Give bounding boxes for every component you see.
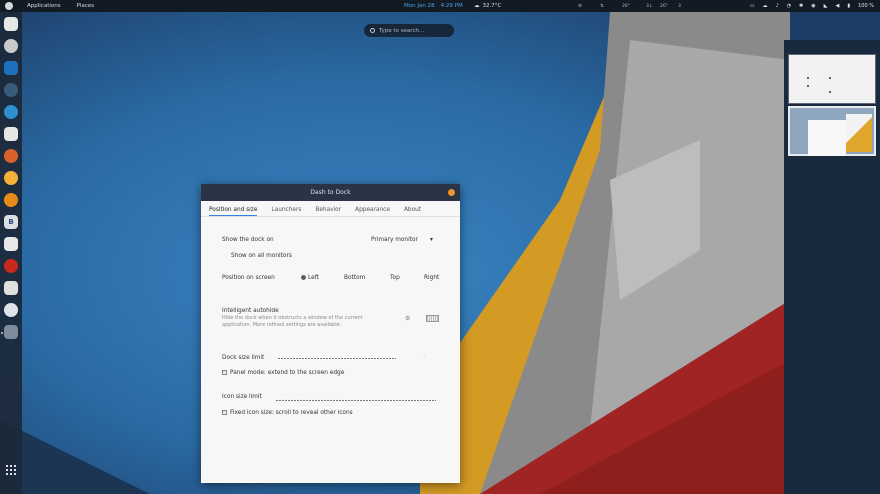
- settings-app-icon[interactable]: [4, 83, 18, 97]
- panel-mode-label: Panel mode: extend to the screen edge: [230, 370, 345, 376]
- cloud-icon: ☁: [474, 3, 480, 9]
- checkbox-icon: [222, 410, 227, 415]
- vscode-app-icon[interactable]: [4, 61, 18, 75]
- battery-icon[interactable]: ▮: [847, 3, 850, 9]
- calendar-icon[interactable]: ▭: [750, 3, 755, 9]
- dialog-titlebar[interactable]: Dash to Dock: [201, 184, 460, 201]
- show-apps-icon[interactable]: [6, 465, 16, 475]
- autohide-toggle[interactable]: [426, 315, 439, 322]
- tab-launchers[interactable]: Launchers: [271, 207, 301, 216]
- icon-size-ticks: ·· ·· · · · ··: [283, 392, 343, 397]
- weather-indicator[interactable]: ☁ 32.7°C: [474, 0, 501, 12]
- dock-size-label: Dock size limit: [222, 355, 265, 361]
- radio-icon: [301, 275, 306, 280]
- archive-app-icon[interactable]: [4, 237, 18, 251]
- indicator-4[interactable]: 3↓: [646, 0, 653, 12]
- user-icon[interactable]: ◉: [811, 3, 815, 9]
- search-icon: [370, 28, 375, 33]
- gear-icon[interactable]: ⚙: [405, 315, 410, 322]
- position-top-radio[interactable]: Top: [390, 275, 400, 281]
- chat-icon[interactable]: ◔: [787, 3, 791, 9]
- workspace-2[interactable]: [788, 106, 876, 156]
- chat-app-icon[interactable]: [4, 303, 18, 317]
- dash-to-dock-dialog: Dash to Dock Position and size Launchers…: [201, 184, 460, 483]
- running-indicator: [1, 332, 3, 334]
- position-left-label: Left: [308, 275, 319, 281]
- show-all-monitors-label[interactable]: Show on all monitors: [231, 253, 292, 259]
- applications-menu[interactable]: Applications: [27, 3, 61, 9]
- chevron-down-icon[interactable]: ▾: [430, 237, 433, 243]
- battery-label: 100 %: [858, 3, 874, 9]
- show-dock-on-label: Show the dock on: [222, 237, 274, 243]
- dialog-title: Dash to Dock: [310, 189, 351, 196]
- workspace-switcher: [784, 40, 880, 494]
- close-button[interactable]: [448, 189, 455, 196]
- chrome-app-icon[interactable]: [4, 171, 18, 185]
- clock[interactable]: Mon Jan 28 4:29 PM: [404, 0, 463, 12]
- tab-appearance[interactable]: Appearance: [355, 207, 390, 216]
- opera-app-icon[interactable]: [4, 259, 18, 273]
- bluetooth-icon[interactable]: ✱: [799, 3, 803, 9]
- bell-icon[interactable]: ♪: [775, 3, 778, 9]
- document-app-icon[interactable]: [4, 127, 18, 141]
- tab-about[interactable]: About: [404, 207, 421, 216]
- position-right-radio[interactable]: Right: [424, 275, 439, 281]
- time-label: 4:29 PM: [440, 3, 463, 9]
- weather-temp: 32.7°C: [482, 3, 502, 9]
- fixed-icon-label: Fixed icon size: scroll to reveal other …: [230, 410, 353, 416]
- position-bottom-radio[interactable]: Bottom: [344, 275, 365, 281]
- indicator-3[interactable]: 26°: [622, 0, 630, 12]
- workspace-1[interactable]: [788, 54, 876, 104]
- dock-size-slider[interactable]: [278, 358, 396, 359]
- position-left-radio[interactable]: Left: [301, 275, 319, 281]
- calendar-app-icon[interactable]: [4, 17, 18, 31]
- terminal-app-icon[interactable]: [4, 281, 18, 295]
- search-placeholder: Type to search...: [379, 27, 425, 34]
- browser-app-icon[interactable]: [4, 105, 18, 119]
- autohide-description-1: Hide the dock when it obstructs a window…: [222, 315, 363, 321]
- indicator-1[interactable]: ⚙: [578, 0, 582, 12]
- volume-icon[interactable]: ◀: [835, 3, 839, 9]
- search-input[interactable]: Type to search...: [364, 24, 454, 37]
- b-app-icon[interactable]: B: [4, 215, 18, 229]
- vlc-app-icon[interactable]: [4, 193, 18, 207]
- position-label: Position on screen: [222, 275, 275, 281]
- date-label: Mon Jan 28: [404, 3, 435, 9]
- icon-size-slider[interactable]: [276, 400, 436, 401]
- panel-mode-checkbox[interactable]: Panel mode: extend to the screen edge: [222, 370, 344, 376]
- firefox-app-icon[interactable]: [4, 149, 18, 163]
- cloud-sync-icon[interactable]: ☁: [762, 3, 767, 9]
- dock: B: [0, 12, 22, 494]
- tab-position-and-size[interactable]: Position and size: [209, 207, 258, 216]
- fixed-icon-checkbox[interactable]: Fixed icon size: scroll to reveal other …: [222, 410, 353, 416]
- icon-size-label: Icon size limit: [222, 394, 262, 400]
- system-tray: ▭ ☁ ♪ ◔ ✱ ◉ ◣ ◀ ▮ 100 %: [750, 0, 874, 12]
- system-logo-icon[interactable]: [5, 2, 13, 10]
- mail-app-icon[interactable]: [4, 39, 18, 53]
- checkbox-icon: [222, 370, 227, 375]
- wifi-icon[interactable]: ◣: [824, 3, 828, 9]
- indicator-6[interactable]: 3: [678, 0, 681, 12]
- dock-size-ticks: · ·: [421, 354, 426, 360]
- indicator-2[interactable]: ⇅: [600, 0, 604, 12]
- indicator-5[interactable]: 26°: [660, 0, 668, 12]
- autohide-description-2: application. More refined settings are a…: [222, 322, 342, 328]
- monitor-select[interactable]: Primary monitor: [371, 237, 418, 243]
- top-bar: Applications Places Mon Jan 28 4:29 PM ☁…: [0, 0, 880, 12]
- tab-bar: Position and size Launchers Behavior App…: [201, 201, 460, 217]
- places-menu[interactable]: Places: [77, 3, 95, 9]
- tab-behavior[interactable]: Behavior: [315, 207, 341, 216]
- tweaks-app-icon[interactable]: [4, 325, 18, 339]
- autohide-title: Intelligent autohide: [222, 308, 279, 314]
